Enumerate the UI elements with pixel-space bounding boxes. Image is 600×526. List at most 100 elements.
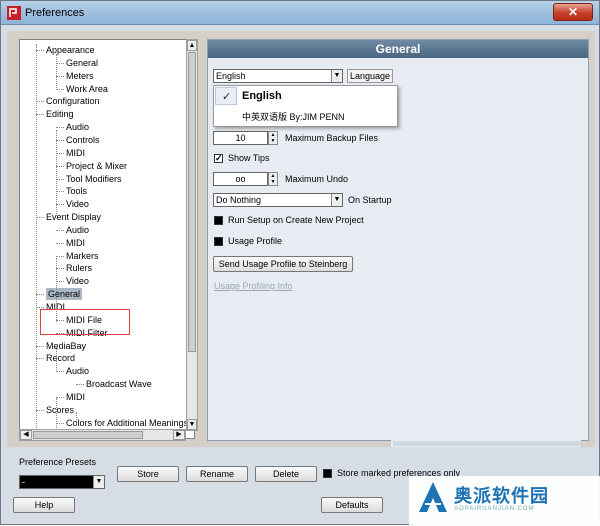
tree-guide-line — [36, 44, 37, 438]
tree-connector — [36, 358, 44, 360]
scroll-right-arrow-icon[interactable]: ▶ — [173, 430, 185, 440]
tree-connector — [56, 204, 64, 206]
tree-item[interactable]: Meters — [66, 70, 94, 82]
scroll-up-arrow-icon[interactable]: ▲ — [187, 40, 197, 51]
watermark-text: 奥派软件园 — [454, 486, 549, 506]
tree-connector — [36, 101, 44, 103]
watermark-logo-icon — [419, 482, 447, 512]
tree-item[interactable]: Event Display — [46, 211, 101, 223]
backup-label: Maximum Backup Files — [285, 133, 379, 143]
undo-value: oo — [235, 174, 246, 184]
tree-item[interactable]: Broadcast Wave — [86, 378, 152, 390]
tree-item[interactable]: Audio — [66, 224, 89, 236]
backup-files-stepper[interactable]: 10 ▲ ▼ — [213, 131, 278, 145]
language-option-bilingual[interactable]: 中英双语版 By:JIM PENN — [242, 110, 345, 123]
tree-item[interactable]: Audio — [66, 365, 89, 377]
tree-item[interactable]: Tools — [66, 185, 87, 197]
tree-connector — [56, 255, 64, 257]
send-usage-profile-button[interactable]: Send Usage Profile to Steinberg — [213, 256, 353, 272]
tree-item[interactable]: Project & Mixer — [66, 160, 127, 172]
tree-connector — [36, 345, 44, 347]
tree-item[interactable]: Rulers — [66, 262, 92, 274]
tree-item[interactable]: MIDI — [66, 147, 85, 159]
stepper-arrows-icon[interactable]: ▲ ▼ — [268, 131, 278, 145]
title-bar: Preferences ✕ — [1, 1, 599, 25]
tree-item[interactable]: MediaBay — [46, 340, 86, 352]
watermark: 奥派软件园 AOPAIRUANJIAN.COM — [409, 476, 600, 526]
tree-connector — [56, 281, 64, 283]
tree-connector — [56, 268, 64, 270]
tree-item[interactable]: Markers — [66, 250, 99, 262]
tree-item[interactable]: Editing — [46, 108, 74, 120]
rename-button[interactable]: Rename — [186, 466, 248, 482]
tree-guide-line — [56, 54, 57, 90]
tree-connector — [36, 409, 44, 411]
tree-item[interactable]: MIDI — [66, 237, 85, 249]
scroll-thumb[interactable] — [188, 52, 196, 352]
window-title: Preferences — [25, 7, 85, 19]
preferences-tree: Appearance General Meters Work Area Configur… — [19, 39, 195, 439]
tree-guide-line — [56, 130, 57, 216]
tree-item[interactable]: Scores — [46, 404, 74, 416]
tree-connector — [56, 127, 64, 129]
tree-connector — [36, 217, 44, 219]
tree-horizontal-scrollbar[interactable]: ◀ ▶ — [19, 429, 186, 441]
tree-item[interactable]: Work Area — [66, 83, 108, 95]
startup-dropdown[interactable]: Do Nothing ▼ — [213, 193, 343, 207]
scroll-down-arrow-icon[interactable]: ▼ — [187, 419, 197, 430]
h-scroll-thumb[interactable] — [33, 431, 143, 439]
tree-item[interactable]: Controls — [66, 134, 100, 146]
tree-item[interactable]: Audio — [66, 121, 89, 133]
tree-connector — [36, 114, 44, 116]
panel-scroll-thumb[interactable] — [393, 441, 581, 446]
tree-item[interactable]: General — [66, 57, 98, 69]
tree-item[interactable]: MIDI — [66, 391, 85, 403]
stepper-arrows-icon[interactable]: ▲ ▼ — [268, 172, 278, 186]
backup-value: 10 — [235, 133, 246, 143]
run-setup-label: Run Setup on Create New Project — [228, 215, 364, 225]
scroll-left-arrow-icon[interactable]: ◀ — [20, 430, 32, 440]
tree-connector — [76, 384, 84, 386]
delete-button[interactable]: Delete — [255, 466, 317, 482]
run-setup-checkbox[interactable] — [214, 216, 223, 225]
tree-item[interactable]: Record — [46, 352, 75, 364]
tree-connector — [36, 50, 44, 51]
tree-guide-line — [76, 412, 77, 424]
selection-highlight-box — [40, 309, 130, 335]
language-dropdown[interactable]: English ▼ — [213, 69, 343, 83]
tree-connector — [56, 139, 64, 141]
defaults-button[interactable]: Defaults — [321, 497, 383, 513]
tree-item[interactable]: Video — [66, 198, 89, 210]
tree-item[interactable]: Tool Modifiers — [66, 173, 122, 185]
show-tips-label: Show Tips — [228, 153, 270, 163]
undo-stepper[interactable]: oo ▲ ▼ — [213, 172, 278, 186]
language-label: Language — [347, 69, 394, 83]
usage-profile-checkbox[interactable] — [214, 237, 223, 246]
usage-profiling-info-link[interactable]: Usage Profiling Info — [214, 281, 293, 291]
tree-connector — [56, 229, 64, 231]
close-button[interactable]: ✕ — [553, 3, 593, 21]
store-marked-checkbox[interactable] — [323, 469, 332, 478]
tree-connector — [36, 307, 44, 308]
preset-value: - — [22, 477, 25, 487]
tree-item[interactable]: General — [46, 288, 83, 301]
tree-connector — [56, 62, 64, 64]
tree-vertical-scrollbar[interactable]: ▲ ▼ — [186, 39, 198, 431]
tree-item[interactable]: Appearance — [46, 44, 95, 56]
startup-label: On Startup — [348, 195, 392, 205]
tree-connector — [56, 75, 64, 77]
preset-dropdown[interactable]: - ▼ — [19, 475, 105, 489]
help-button[interactable]: Help — [13, 497, 75, 513]
tree-item[interactable]: Colors for Additional Meanings — [66, 417, 188, 429]
language-popup-menu: ✓ English 中英双语版 By:JIM PENN — [213, 85, 398, 127]
tree-connector — [56, 371, 64, 373]
store-button[interactable]: Store — [117, 466, 179, 482]
tree-guide-line — [56, 346, 57, 372]
language-option-english[interactable]: English — [242, 90, 282, 102]
tree-item[interactable]: Video — [66, 275, 89, 287]
preference-presets-label: Preference Presets — [19, 457, 97, 467]
panel-title: General — [208, 40, 588, 58]
show-tips-checkbox[interactable]: ✓ — [214, 153, 223, 163]
tree-item[interactable]: Configuration — [46, 95, 100, 107]
tree-connector — [56, 242, 64, 244]
